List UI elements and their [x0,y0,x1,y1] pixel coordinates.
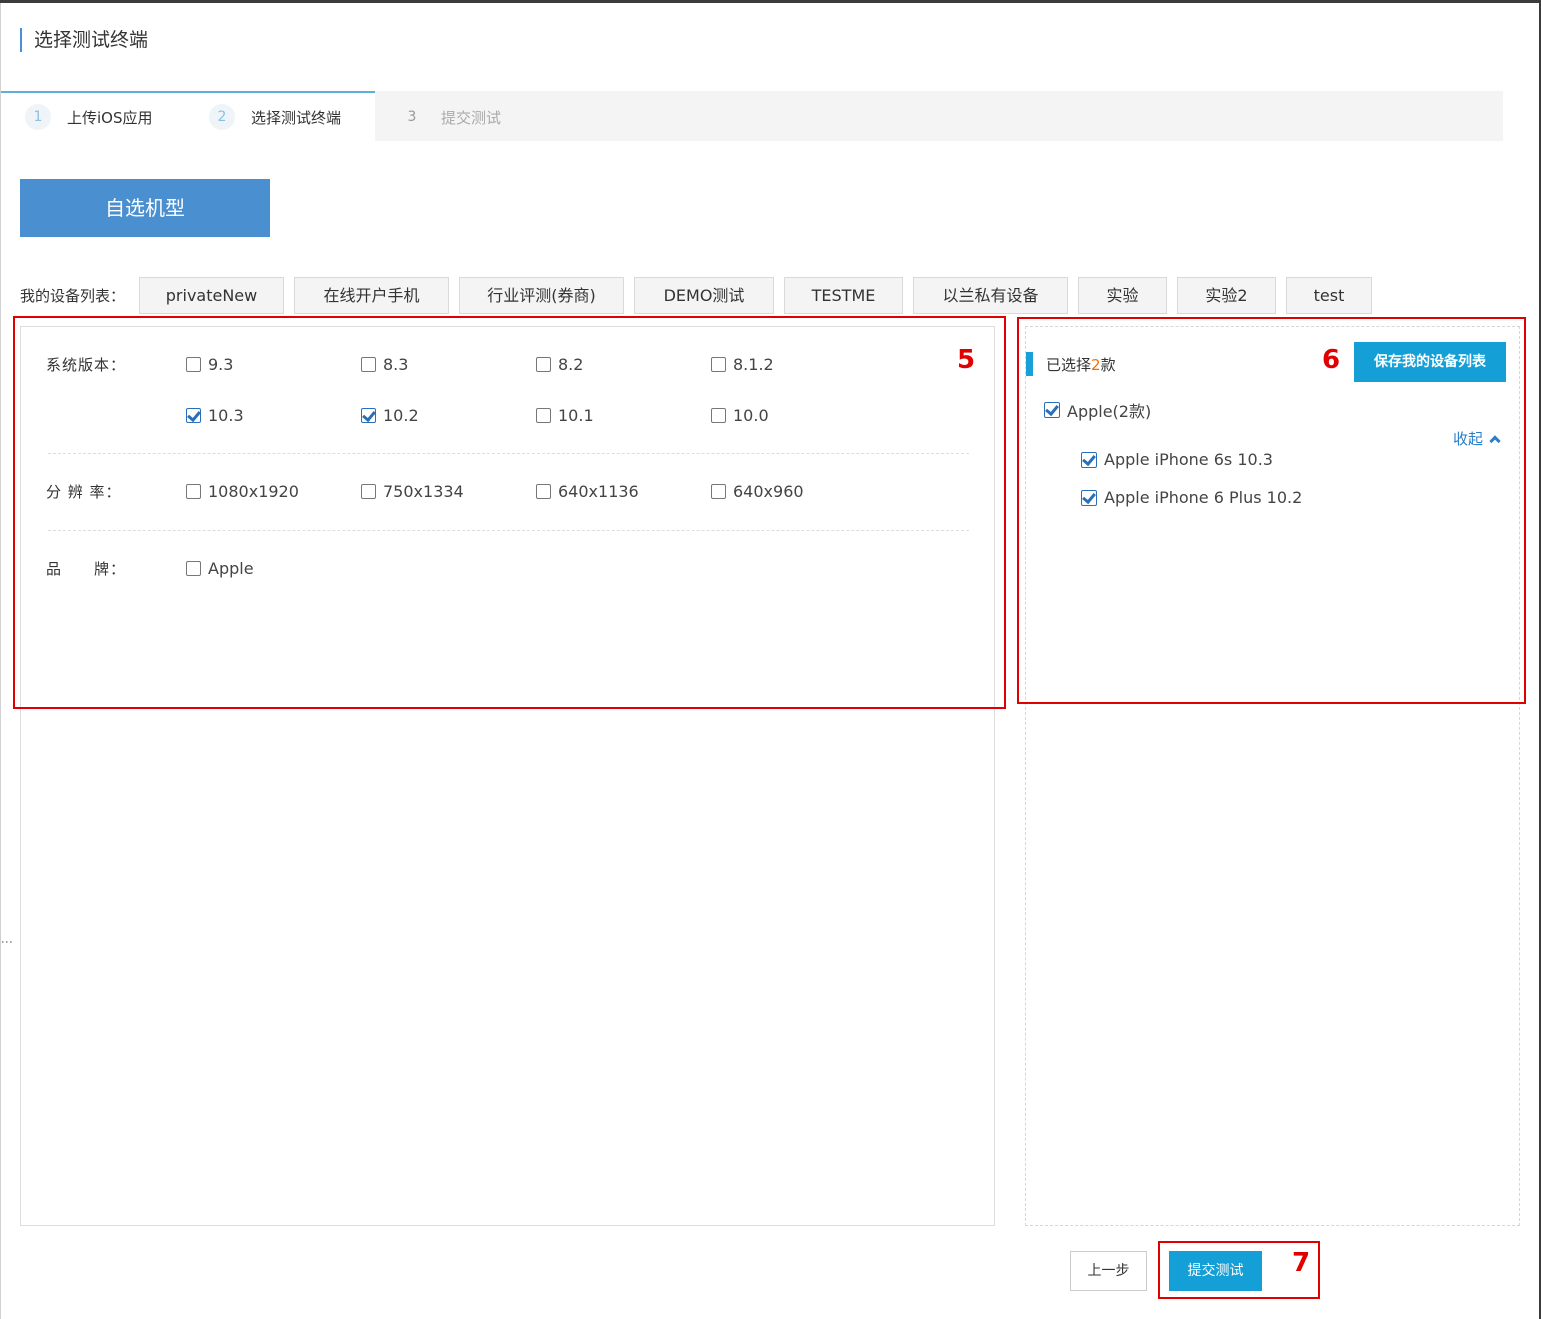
device-list-tab[interactable]: 实验2 [1177,277,1276,314]
side-handle-icon[interactable]: ⋮ [0,936,14,948]
previous-step-button[interactable]: 上一步 [1070,1251,1147,1291]
device-list-tab[interactable]: 在线开户手机 [294,277,449,314]
device-list-tab[interactable]: DEMO测试 [634,277,774,314]
step-label: 选择测试终端 [251,108,342,127]
step-number: 3 [407,109,417,125]
device-list-tab[interactable]: 行业评测(券商) [459,277,624,314]
custom-model-button[interactable]: 自选机型 [20,179,270,237]
annotation-number-7: 7 [1292,1248,1311,1278]
annotation-box-6 [1017,317,1526,704]
annotation-box-5 [13,316,1006,709]
steps-background [375,91,1503,141]
step-label: 提交测试 [441,108,502,127]
window-top-border [0,0,1541,3]
step-indicator: 1 上传iOS应用 2 选择测试终端 3 提交测试 [1,91,1520,141]
page-title: 选择测试终端 [20,28,148,52]
step-select-device: 2 选择测试终端 [209,103,341,131]
device-list-tab[interactable]: privateNew [139,277,284,314]
step-label: 上传iOS应用 [67,108,153,127]
left-border [0,3,1,1319]
step-submit: 3 提交测试 [399,103,501,131]
device-list-tab[interactable]: test [1286,277,1372,314]
device-list-tab[interactable]: 实验 [1078,277,1167,314]
annotation-number-5: 5 [957,345,976,375]
step-number: 2 [209,104,235,130]
step-upload: 1 上传iOS应用 [25,103,153,131]
device-list-tab[interactable]: 以兰私有设备 [913,277,1068,314]
device-list-label: 我的设备列表： [20,287,126,305]
device-list-tab[interactable]: TESTME [784,277,903,314]
annotation-number-6: 6 [1322,345,1341,375]
step-number: 1 [25,104,51,130]
